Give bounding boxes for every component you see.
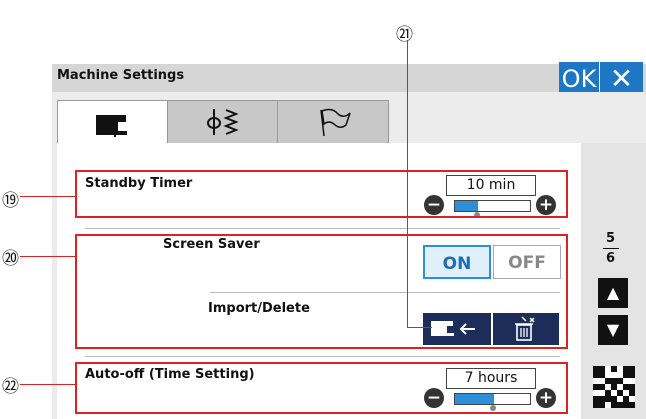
needle-stitch-icon (207, 109, 239, 135)
tab-language[interactable] (277, 100, 389, 144)
divider (85, 228, 560, 229)
tab-machine[interactable] (57, 100, 169, 145)
leader-line (20, 196, 75, 197)
flag-icon (320, 108, 351, 137)
highlight-screen-saver (75, 234, 568, 349)
callout-21: ㉑ (396, 25, 413, 45)
leader-line (20, 384, 75, 385)
ok-button[interactable]: OK (559, 62, 599, 96)
callout-22: ㉒ (2, 377, 19, 397)
highlight-standby (75, 170, 568, 218)
callout-19: ⑲ (2, 191, 19, 211)
leader-line (407, 40, 408, 327)
page-total: 6 (606, 251, 616, 266)
highlight-auto-off (75, 362, 568, 414)
leader-line (407, 327, 432, 328)
page-down-button[interactable]: ▼ (598, 315, 628, 345)
qr-code-icon (593, 366, 635, 408)
tab-stitch[interactable] (167, 100, 279, 144)
callout-20: ⑳ (2, 249, 19, 269)
divider (85, 356, 560, 357)
sewing-machine-icon (96, 115, 127, 137)
leader-line (20, 256, 75, 257)
window-title: Machine Settings (57, 68, 185, 83)
page-up-button[interactable]: ▲ (598, 278, 628, 308)
close-button[interactable]: ✕ (599, 62, 643, 96)
page-fraction-line (603, 248, 619, 249)
page-current: 5 (606, 231, 616, 246)
